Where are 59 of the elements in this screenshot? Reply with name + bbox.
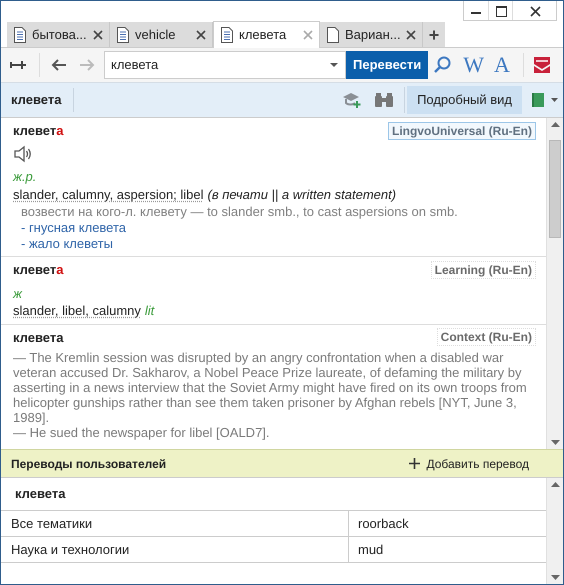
table-cell: Наука и технологии (1, 537, 349, 562)
article-headword: клевета (13, 122, 64, 140)
scroll-thumb[interactable] (549, 140, 561, 238)
user-translation-headword: клевета (1, 478, 546, 511)
section-title: Переводы пользователей (11, 456, 166, 472)
scrollbar[interactable] (546, 118, 563, 449)
translate-button[interactable]: Перевести (346, 51, 428, 79)
close-icon[interactable] (406, 30, 416, 40)
close-icon[interactable] (196, 30, 206, 40)
usage-note: (в печати || a written statement) (208, 186, 396, 204)
add-translation-button[interactable]: Добавить перевод (409, 454, 529, 472)
binoculars-icon[interactable] (374, 92, 394, 108)
style-label: lit (144, 302, 154, 320)
phrase-link[interactable]: - гнусная клевета (21, 220, 126, 236)
dictionary-label[interactable]: LingvoUniversal (Ru-En) (388, 122, 536, 140)
example-text: возвести на кого-л. клевету — to slander smb., to cast aspersions on smb. (20, 204, 459, 220)
scroll-down-icon[interactable] (550, 575, 560, 580)
dictionary-label[interactable]: Learning (Ru-En) (430, 260, 536, 279)
book-icon[interactable] (530, 92, 546, 108)
translation-text[interactable]: slander, calumny, aspersion; libel (13, 186, 204, 204)
document-icon (116, 26, 130, 42)
table-cell: Все тематики (1, 511, 349, 536)
tab[interactable]: клевета (213, 21, 320, 48)
scrollbar[interactable] (546, 478, 563, 584)
headword-title: клевета (11, 88, 74, 112)
document-icon (220, 27, 234, 43)
dictionary-label[interactable]: Context (Ru-En) (436, 328, 536, 346)
table-cell-text: roorback (357, 514, 410, 533)
close-icon[interactable] (93, 30, 103, 40)
document-icon (13, 26, 27, 42)
letter-tool-button[interactable]: A (488, 54, 515, 76)
detailed-view-button[interactable]: Подробный вид (407, 86, 522, 114)
document-icon (326, 26, 340, 42)
context-example: — He sued the newspaper for libel [OALD7]. (13, 425, 271, 440)
phrase-link[interactable]: - жало клеветы (21, 236, 113, 252)
tab[interactable]: vehicle (110, 22, 213, 47)
new-tab-button[interactable]: + (423, 22, 445, 47)
tab[interactable]: Вариан... (320, 22, 423, 47)
context-example: — The Kremlin session was disrupted by an angry confrontation when a disabled war veteran accused Dr. Sakharov, a Nobel Peace Prize laureate, of defaming the military by asserting in a news interview that the Soviet Army might have fired on its own troops from helicopter gunships rather than see them taken prisoner by Afghan rebels [NYT, June 3, 1989]. (13, 350, 528, 425)
tab[interactable]: бытова... (7, 22, 110, 47)
translation-text[interactable]: slander, libel, calumny (13, 302, 141, 320)
plus-icon (409, 458, 420, 469)
dropdown-caret-icon[interactable] (329, 62, 339, 68)
scroll-down-icon[interactable] (550, 440, 560, 445)
article-headword: клевета (13, 261, 64, 279)
part-of-speech: ж (13, 284, 24, 302)
dropdown-caret-icon[interactable] (550, 97, 559, 103)
back-arrow-icon[interactable] (50, 58, 68, 72)
scroll-up-icon[interactable] (550, 122, 560, 127)
pin-icon[interactable] (9, 58, 29, 72)
scroll-up-icon[interactable] (550, 482, 560, 487)
part-of-speech: ж.р. (13, 168, 38, 186)
search-field[interactable]: клевета (104, 51, 346, 79)
graduation-cap-plus-icon[interactable] (342, 91, 362, 109)
article-headword: клевета (13, 328, 64, 346)
letter-tool-button[interactable]: W (458, 54, 489, 76)
envelope-icon[interactable] (532, 56, 552, 74)
speaker-icon[interactable] (13, 144, 33, 162)
table-cell-text: mud (357, 540, 384, 559)
